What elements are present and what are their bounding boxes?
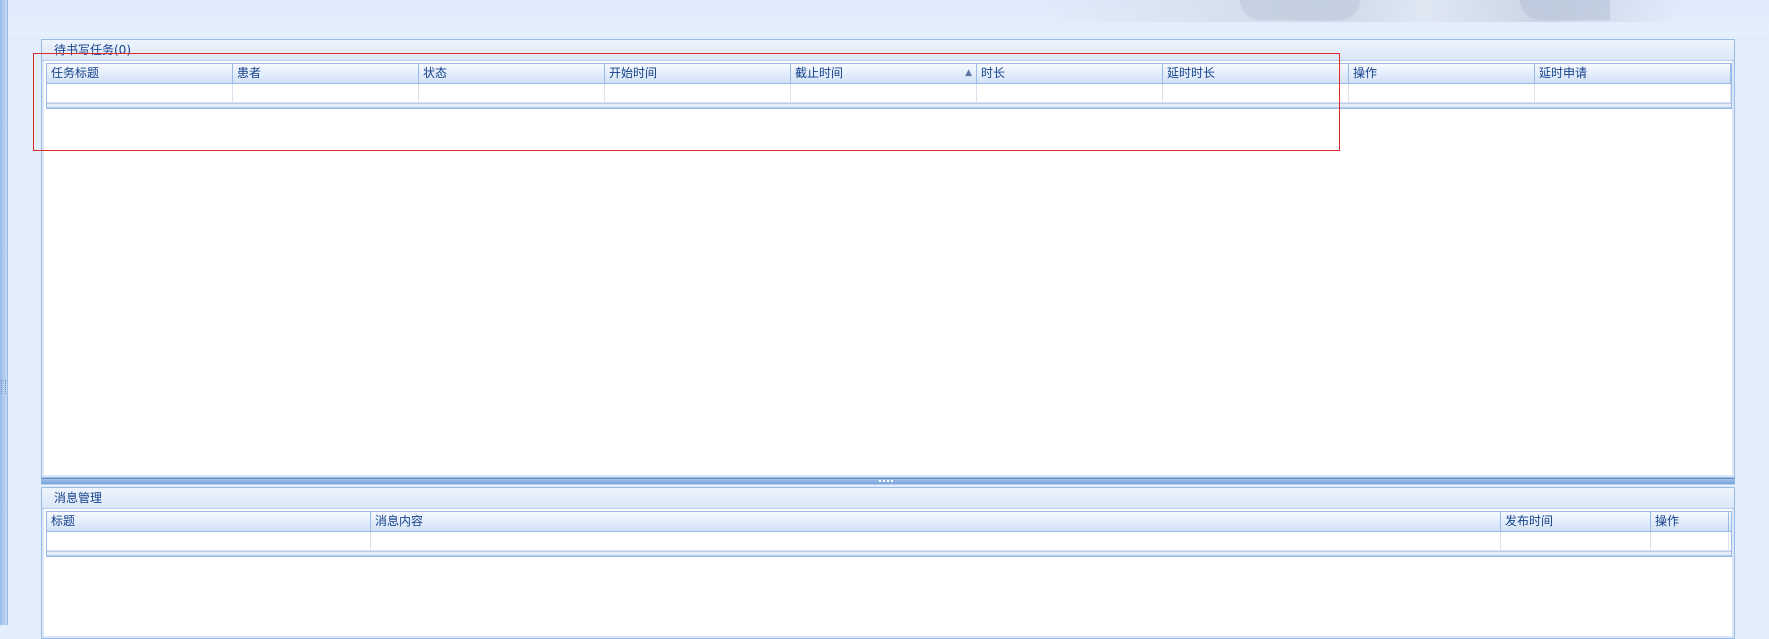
table-cell[interactable] xyxy=(47,84,233,102)
column-header[interactable]: 患者 xyxy=(233,64,419,83)
table-cell[interactable] xyxy=(419,84,605,102)
grid-scrollbar[interactable] xyxy=(47,551,1731,556)
panel-title: 消息管理 xyxy=(42,488,1734,509)
column-header[interactable]: 延时申请 xyxy=(1535,64,1731,83)
column-header-label: 开始时间 xyxy=(609,66,658,80)
banner-shape xyxy=(1240,0,1360,20)
message-grid: 标题 消息内容 发布时间 操作 xyxy=(46,511,1732,557)
grid-header: 标题 消息内容 发布时间 操作 xyxy=(47,512,1731,532)
top-banner xyxy=(0,0,1769,36)
table-cell[interactable] xyxy=(47,532,371,550)
column-header[interactable]: 发布时间 xyxy=(1501,512,1651,531)
table-row[interactable] xyxy=(47,84,1731,103)
column-header[interactable]: 任务标题 xyxy=(47,64,233,83)
table-row[interactable] xyxy=(47,532,1731,551)
table-cell[interactable] xyxy=(1535,84,1731,102)
column-header[interactable]: 延时时长 xyxy=(1163,64,1349,83)
column-header-label: 患者 xyxy=(237,66,262,80)
table-cell[interactable] xyxy=(791,84,977,102)
column-header-label: 延时申请 xyxy=(1539,66,1588,80)
panel-splitter[interactable] xyxy=(41,478,1735,485)
column-header-label: 操作 xyxy=(1655,514,1680,528)
table-cell[interactable] xyxy=(371,532,1501,550)
table-cell[interactable] xyxy=(605,84,791,102)
pending-task-panel: 待书写任务(0) 任务标题 患者 状态 开始时间 截止时间 ▲ 时长 延时时长 操作 延时申请 xyxy=(41,39,1735,478)
column-header[interactable]: 状态 xyxy=(419,64,605,83)
panel-title: 待书写任务(0) xyxy=(42,40,1734,61)
column-header-label: 时长 xyxy=(981,66,1006,80)
table-cell[interactable] xyxy=(1349,84,1535,102)
column-header[interactable]: 时长 xyxy=(977,64,1163,83)
grid-header: 任务标题 患者 状态 开始时间 截止时间 ▲ 时长 延时时长 操作 延时申请 xyxy=(47,64,1731,84)
table-cell[interactable] xyxy=(1501,532,1651,550)
column-header-label: 操作 xyxy=(1353,66,1378,80)
column-header-label: 状态 xyxy=(423,66,448,80)
table-cell[interactable] xyxy=(977,84,1163,102)
grid-scrollbar[interactable] xyxy=(47,103,1731,108)
column-header[interactable]: 操作 xyxy=(1349,64,1535,83)
task-grid: 任务标题 患者 状态 开始时间 截止时间 ▲ 时长 延时时长 操作 延时申请 xyxy=(46,63,1732,109)
column-header-label: 发布时间 xyxy=(1505,514,1554,528)
message-management-panel: 消息管理 标题 消息内容 发布时间 操作 xyxy=(41,487,1735,639)
column-header[interactable]: 开始时间 xyxy=(605,64,791,83)
column-header-label: 延时时长 xyxy=(1167,66,1216,80)
left-collapse-strip[interactable] xyxy=(0,0,8,625)
column-header-label: 标题 xyxy=(51,514,76,528)
table-cell[interactable] xyxy=(1163,84,1349,102)
table-cell[interactable] xyxy=(1651,532,1729,550)
column-header[interactable]: 操作 xyxy=(1651,512,1729,531)
table-cell[interactable] xyxy=(233,84,419,102)
banner-decoration xyxy=(1040,0,1680,22)
sort-ascending-icon[interactable]: ▲ xyxy=(965,64,972,83)
grip-icon[interactable] xyxy=(879,480,893,484)
banner-shape xyxy=(1520,0,1610,20)
column-header-label: 消息内容 xyxy=(375,514,424,528)
grip-icon[interactable] xyxy=(1,380,6,394)
column-header[interactable]: 截止时间 ▲ xyxy=(791,64,977,83)
grid-body xyxy=(47,84,1731,103)
column-header[interactable]: 消息内容 xyxy=(371,512,1501,531)
column-header-label: 截止时间 xyxy=(795,66,844,80)
column-header-label: 任务标题 xyxy=(51,66,100,80)
grid-body xyxy=(47,532,1731,551)
column-header[interactable]: 标题 xyxy=(47,512,371,531)
